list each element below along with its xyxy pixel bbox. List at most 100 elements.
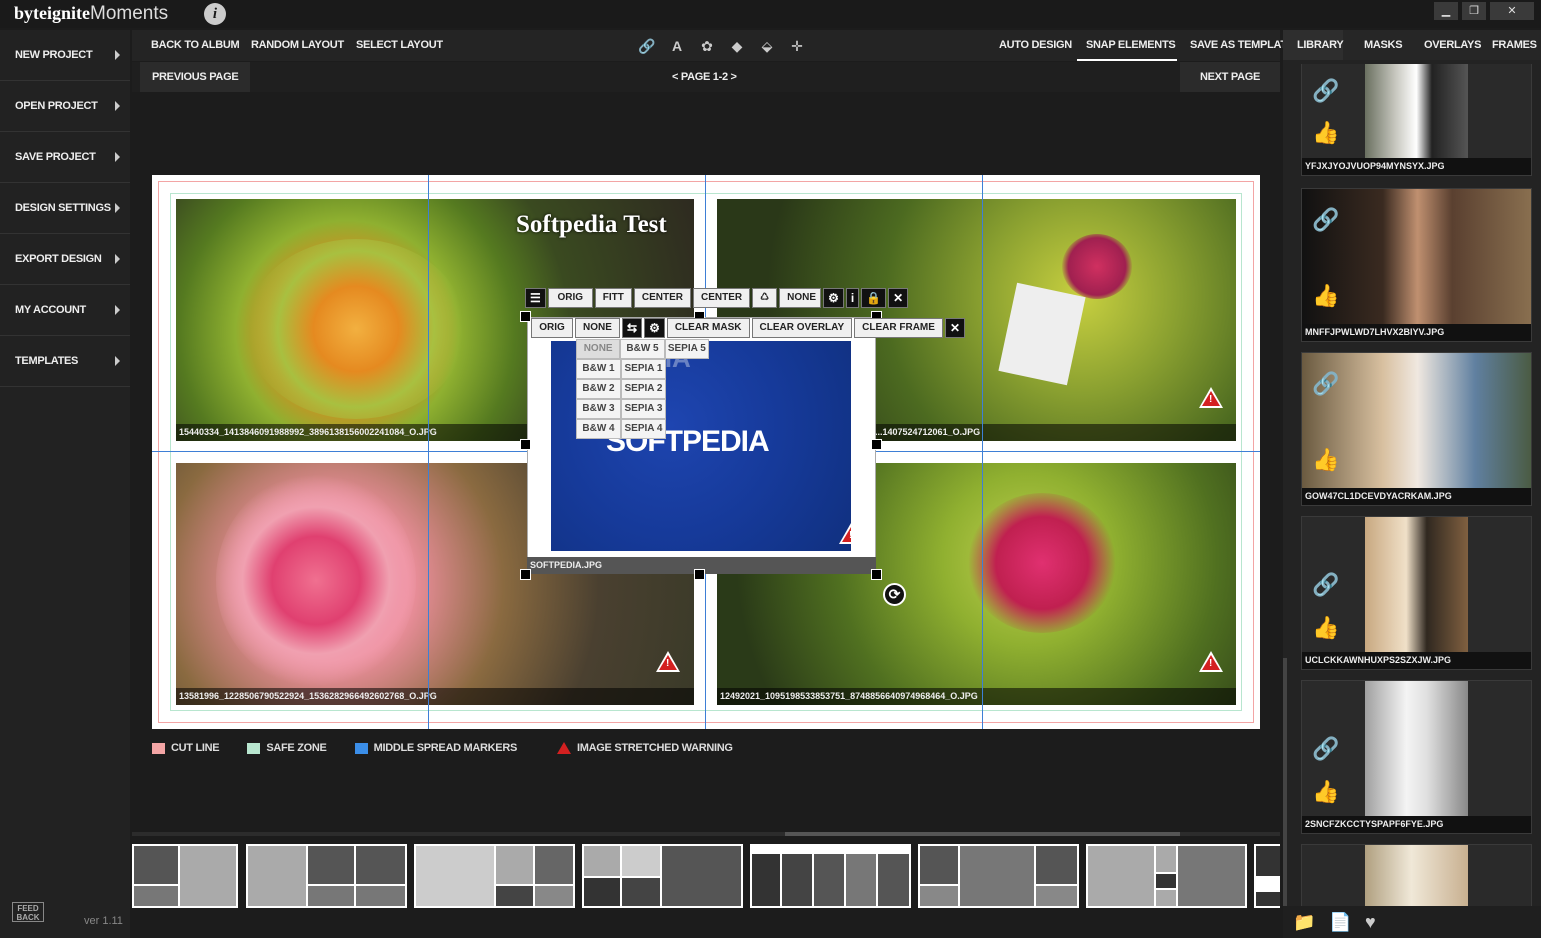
tab-overlays[interactable]: OVERLAYS bbox=[1424, 30, 1481, 60]
link-icon[interactable]: 🔗 bbox=[1312, 572, 1339, 598]
menu-save-project[interactable]: SAVE PROJECT bbox=[0, 132, 130, 183]
link-icon[interactable]: 🔗 bbox=[637, 36, 657, 56]
restore-icon[interactable]: ❐ bbox=[1462, 2, 1486, 20]
thumbs-up-icon[interactable]: 👍 bbox=[1312, 779, 1339, 805]
rotate-icon[interactable]: ⟳ bbox=[883, 583, 906, 606]
recycle-icon[interactable]: ♺ bbox=[752, 288, 778, 308]
layout-thumb-3[interactable] bbox=[414, 844, 575, 908]
menu-label: TEMPLATES bbox=[15, 355, 79, 367]
clear-overlay-button[interactable]: CLEAR OVERLAY bbox=[751, 318, 853, 338]
close-icon[interactable]: ✕ bbox=[1490, 2, 1534, 20]
thumbs-up-icon[interactable]: 👍 bbox=[1312, 120, 1339, 146]
resize-handle-s[interactable] bbox=[694, 569, 705, 580]
filter-none[interactable]: NONE bbox=[576, 339, 621, 359]
filter-sepia4[interactable]: SEPIA 4 bbox=[621, 419, 666, 439]
stretched-warning-icon: ! bbox=[656, 651, 680, 672]
layer-up-icon[interactable]: ◆ bbox=[727, 36, 747, 56]
previous-page-button[interactable]: PREVIOUS PAGE bbox=[140, 62, 251, 92]
library-item-5[interactable]: 🔗 👍 2SNCFZKCCTYSPAPF6FYE.JPG bbox=[1301, 680, 1532, 834]
menu-templates[interactable]: TEMPLATES bbox=[0, 336, 130, 387]
info-icon[interactable]: i bbox=[845, 288, 860, 308]
gear-icon[interactable]: ⚙ bbox=[823, 288, 844, 308]
none-button[interactable]: NONE bbox=[779, 288, 822, 308]
library-item-2[interactable]: 🔗 👍 MNFFJPWLWD7LHVX2BIYV.JPG bbox=[1301, 188, 1532, 342]
lock-icon[interactable]: 🔒 bbox=[861, 288, 887, 308]
layout-thumb-7[interactable] bbox=[1086, 844, 1247, 908]
add-folder-icon[interactable]: 📁 bbox=[1293, 912, 1315, 933]
info-icon[interactable]: i bbox=[204, 3, 226, 25]
link-icon[interactable]: 🔗 bbox=[1312, 207, 1339, 233]
add-file-icon[interactable]: 📄 bbox=[1329, 912, 1351, 933]
menu-my-account[interactable]: MY ACCOUNT bbox=[0, 285, 130, 336]
layer-down-icon[interactable]: ⬙ bbox=[757, 36, 777, 56]
library-item-3[interactable]: 🔗 👍 GOW47CL1DCEVDYACRKAM.JPG bbox=[1301, 352, 1532, 506]
filter-bw3[interactable]: B&W 3 bbox=[576, 399, 621, 419]
filter-bw2[interactable]: B&W 2 bbox=[576, 379, 621, 399]
layout-thumb-6[interactable] bbox=[918, 844, 1079, 908]
layout-thumb-1[interactable] bbox=[132, 844, 238, 908]
orig-effect-button[interactable]: ORIG bbox=[531, 318, 573, 338]
swap-icon[interactable]: ⇆ bbox=[622, 318, 643, 338]
library-item-4[interactable]: 🔗 👍 UCLCKKAWNHUXPS2SZXJW.JPG bbox=[1301, 516, 1532, 670]
menu-new-project[interactable]: NEW PROJECT bbox=[0, 30, 130, 81]
tab-masks[interactable]: MASKS bbox=[1364, 30, 1403, 60]
layout-thumb-5[interactable] bbox=[750, 844, 911, 908]
select-layout-button[interactable]: SELECT LAYOUT bbox=[347, 30, 452, 61]
orig-button[interactable]: ORIG bbox=[547, 288, 593, 308]
resize-handle-e[interactable] bbox=[871, 439, 882, 450]
thumbs-up-icon[interactable]: 👍 bbox=[1312, 615, 1339, 641]
layout-thumb-2[interactable] bbox=[246, 844, 407, 908]
back-to-album-button[interactable]: BACK TO ALBUM bbox=[142, 30, 248, 61]
minimize-icon[interactable]: ▁ bbox=[1434, 2, 1458, 20]
library-item-6[interactable] bbox=[1301, 844, 1532, 906]
thumbs-up-icon[interactable]: 👍 bbox=[1312, 447, 1339, 473]
library-item-1[interactable]: 🔗 👍 YFJXJYOJVUOP94MYNSYX.JPG bbox=[1301, 64, 1532, 176]
link-icon[interactable]: 🔗 bbox=[1312, 371, 1339, 397]
resize-handle-w[interactable] bbox=[520, 439, 531, 450]
filter-sepia3[interactable]: SEPIA 3 bbox=[621, 399, 666, 419]
menu-open-project[interactable]: OPEN PROJECT bbox=[0, 81, 130, 132]
menu-export-design[interactable]: EXPORT DESIGN bbox=[0, 234, 130, 285]
layout-thumb-8[interactable] bbox=[1254, 844, 1280, 908]
auto-design-button[interactable]: AUTO DESIGN bbox=[990, 30, 1081, 61]
filter-bw5[interactable]: B&W 5 bbox=[620, 339, 665, 359]
feedback-button[interactable]: FEED BACK bbox=[12, 902, 44, 922]
filter-sepia5[interactable]: SEPIA 5 bbox=[664, 339, 709, 359]
link-icon[interactable]: 🔗 bbox=[1312, 78, 1339, 104]
filter-sepia2[interactable]: SEPIA 2 bbox=[621, 379, 666, 399]
close-icon[interactable]: ✕ bbox=[888, 288, 909, 308]
snap-elements-button[interactable]: SNAP ELEMENTS bbox=[1077, 30, 1177, 61]
none-effect-button[interactable]: NONE bbox=[575, 318, 620, 338]
filter-bw1[interactable]: B&W 1 bbox=[576, 359, 621, 379]
flower-icon[interactable]: ✿ bbox=[697, 36, 717, 56]
clear-frame-button[interactable]: CLEAR FRAME bbox=[854, 318, 943, 338]
filter-bw4[interactable]: B&W 4 bbox=[576, 419, 621, 439]
center-button[interactable]: CENTER bbox=[633, 288, 691, 308]
heart-icon[interactable]: ♥ bbox=[1365, 912, 1376, 933]
layouts-scrollbar[interactable] bbox=[132, 832, 1280, 836]
filter-sepia1[interactable]: SEPIA 1 bbox=[621, 359, 666, 379]
link-icon[interactable]: 🔗 bbox=[1312, 736, 1339, 762]
text-icon[interactable]: A bbox=[667, 36, 687, 56]
tab-frames[interactable]: FRAMES bbox=[1492, 30, 1537, 60]
page-indicator[interactable]: < PAGE 1-2 > bbox=[672, 62, 737, 92]
menu-design-settings[interactable]: DESIGN SETTINGS bbox=[0, 183, 130, 234]
close-icon[interactable]: ✕ bbox=[944, 318, 965, 338]
resize-handle-se[interactable] bbox=[871, 569, 882, 580]
crosshair-icon[interactable]: ✛ bbox=[787, 36, 807, 56]
gear-icon[interactable]: ⚙ bbox=[644, 318, 665, 338]
tab-library[interactable]: LIBRARY bbox=[1297, 30, 1344, 60]
chevron-right-icon bbox=[115, 152, 120, 162]
next-page-button[interactable]: NEXT PAGE bbox=[1180, 62, 1280, 92]
resize-handle-sw[interactable] bbox=[520, 569, 531, 580]
layout-thumb-4[interactable] bbox=[582, 844, 743, 908]
library-scrollbar[interactable] bbox=[1283, 658, 1287, 938]
fitt-button[interactable]: FITT bbox=[594, 288, 632, 308]
random-layout-button[interactable]: RANDOM LAYOUT bbox=[242, 30, 353, 61]
menu-icon[interactable]: ☰ bbox=[525, 288, 546, 308]
resize-handle-nw[interactable] bbox=[520, 311, 531, 322]
thumbs-up-icon[interactable]: 👍 bbox=[1312, 283, 1339, 309]
clear-mask-button[interactable]: CLEAR MASK bbox=[666, 318, 750, 338]
center-button-2[interactable]: CENTER bbox=[693, 288, 751, 308]
scrollbar-thumb[interactable] bbox=[785, 832, 1180, 836]
